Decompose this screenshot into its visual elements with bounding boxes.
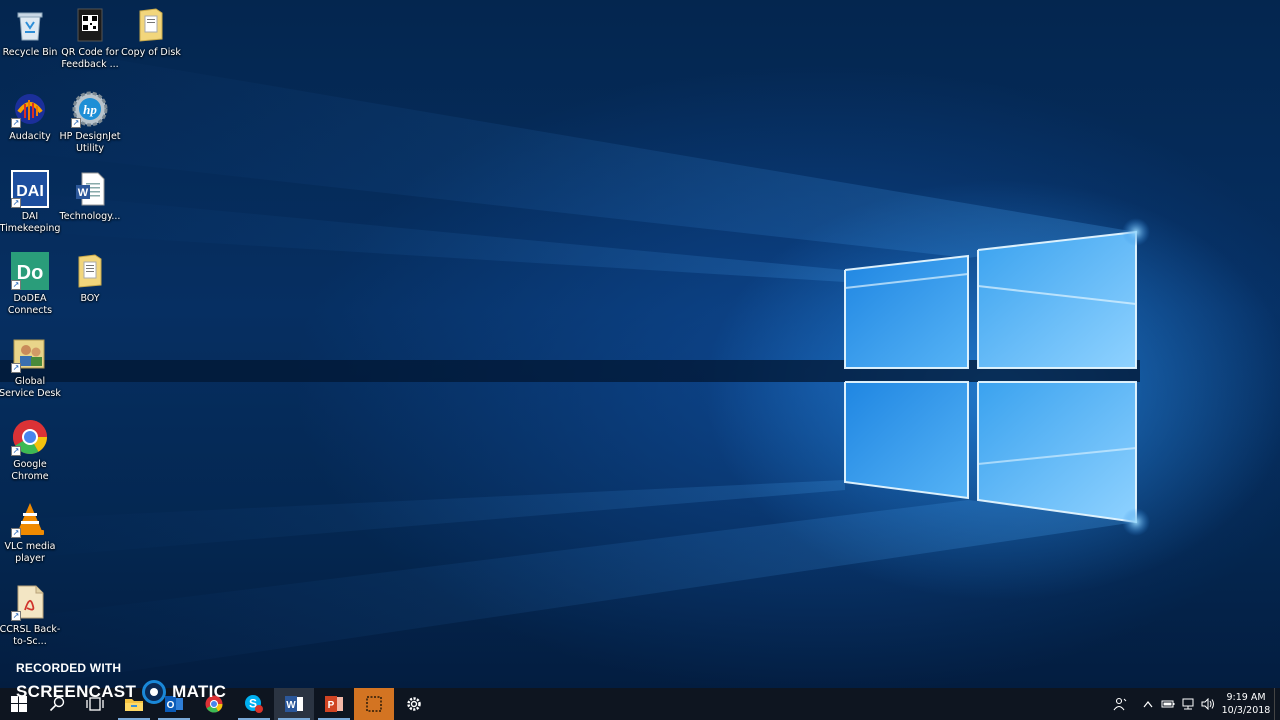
shortcut-arrow-icon: ↗ [11,118,21,128]
svg-text:hp: hp [83,102,97,117]
people-icon[interactable] [1110,688,1130,720]
desktop-icon-vlc[interactable]: ↗ VLC media player [0,500,61,565]
screencast-o-matic-watermark: SCREENCAST MATIC [16,680,226,704]
svg-text:P: P [328,700,335,711]
volume-icon[interactable] [1198,688,1218,720]
desktop-icon-ccrsl[interactable]: ↗ CCRSL Back-to-Sc... [0,583,61,648]
shortcut-arrow-icon: ↗ [11,363,21,373]
shortcut-arrow-icon: ↗ [11,611,21,621]
desktop-icon-technology[interactable]: W Technology... [59,170,121,223]
shortcut-arrow-icon: ↗ [11,198,21,208]
powerpoint-icon: P [325,696,343,712]
shortcut-arrow-icon: ↗ [71,118,81,128]
dodea-connects-icon: Do ↗ [11,252,49,290]
gear-icon [407,697,421,711]
desktop-icon-label: DAI Timekeeping [0,211,61,234]
watermark-right-text: MATIC [172,682,227,701]
desktop-icon-label: QR Code for Feedback ... [61,47,119,70]
desktop-icon-label: CCRSL Back-to-Sc... [0,624,61,647]
folder-icon [132,6,170,44]
clock-time: 9:19 AM [1226,692,1266,703]
pdf-document-icon: ↗ [11,583,49,621]
windows-logo-wallpaper [0,40,1150,688]
taskbar-snipping-tool[interactable] [354,688,394,720]
desktop-icon-label: Audacity [9,131,51,142]
taskbar-settings[interactable] [394,688,434,720]
qr-code-file-icon [71,6,109,44]
desktop-icon-label: Technology... [59,211,121,222]
svg-text:W: W [78,187,89,199]
word-document-icon: W [71,170,109,208]
skype-icon: S [245,695,263,713]
desktop-icon-dodea-connects[interactable]: Do ↗ DoDEA Connects [0,252,61,317]
desktop-icon-audacity[interactable]: ↗ Audacity [0,90,61,143]
shortcut-arrow-icon: ↗ [11,280,21,290]
desktop-icon-copy-of-disk[interactable]: Copy of Disk [120,6,182,59]
folder-icon [71,252,109,290]
taskbar-powerpoint[interactable]: P [314,688,354,720]
recycle-bin-icon [11,6,49,44]
taskbar-skype[interactable]: S [234,688,274,720]
chevron-up-icon[interactable] [1138,688,1158,720]
desktop-icon-hp-designjet[interactable]: hp ↗ HP DesignJet Utility [59,90,121,155]
desktop-icon-boy[interactable]: BOY [59,252,121,305]
desktop-icon-recycle-bin[interactable]: Recycle Bin [0,6,61,59]
desktop-icon-label: Copy of Disk [121,47,181,58]
svg-text:W: W [286,700,296,711]
watermark-left-text: SCREENCAST [16,682,137,701]
screencast-logo-icon [142,680,167,704]
desktop-icon-dai-timekeeping[interactable]: DAI ↗ DAI Timekeeping [0,170,61,235]
desktop-icon-label: DoDEA Connects [7,293,53,316]
desktop-wallpaper [0,0,1280,688]
vlc-icon: ↗ [11,500,49,538]
show-desktop-button[interactable] [1274,688,1280,720]
battery-icon[interactable] [1158,688,1178,720]
desktop-icon-label: Recycle Bin [2,47,58,58]
taskbar-word[interactable]: W [274,688,314,720]
desktop-icon-label: HP DesignJet Utility [59,131,121,154]
hp-designjet-icon: hp ↗ [71,90,109,128]
global-service-desk-icon: ↗ [11,335,49,373]
clock-date: 10/3/2018 [1221,705,1271,716]
taskbar-clock[interactable]: 9:19 AM 10/3/2018 [1220,691,1272,717]
desktop-icon-label: Google Chrome [11,459,49,482]
network-icon[interactable] [1178,688,1198,720]
watermark-recorded-with: RECORDED WITH [16,661,122,675]
word-icon: W [285,696,303,712]
audacity-icon: ↗ [11,90,49,128]
desktop-icon-label: BOY [80,293,100,304]
snipping-tool-icon [366,696,382,712]
dai-timekeeping-icon: DAI ↗ [11,170,49,208]
desktop-icon-qr-code[interactable]: QR Code for Feedback ... [59,6,121,71]
desktop-icon-label: VLC media player [4,541,56,564]
shortcut-arrow-icon: ↗ [11,446,21,456]
shortcut-arrow-icon: ↗ [11,528,21,538]
desktop-icon-label: Global Service Desk [0,376,61,399]
system-tray: 9:19 AM 10/3/2018 [1110,688,1280,720]
desktop-icon-global-service-desk[interactable]: ↗ Global Service Desk [0,335,61,400]
desktop-icon-google-chrome[interactable]: ↗ Google Chrome [0,418,61,483]
chrome-icon: ↗ [11,418,49,456]
